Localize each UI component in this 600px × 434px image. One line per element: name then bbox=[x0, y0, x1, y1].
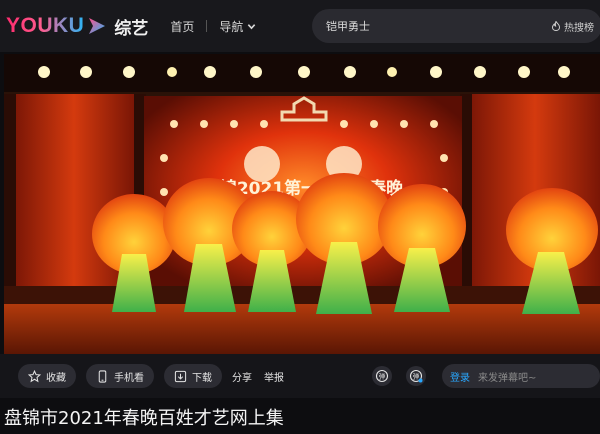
nav-guide-menu[interactable]: 导航 bbox=[219, 18, 256, 35]
logo-text: YOUKU bbox=[6, 14, 85, 37]
chevron-down-icon bbox=[248, 23, 256, 29]
top-header: YOUKU 综艺 首页 导航 铠甲勇士 热搜榜 bbox=[0, 0, 600, 52]
phone-icon bbox=[98, 369, 107, 383]
danmu-login-link[interactable]: 登录 bbox=[450, 369, 470, 384]
favorite-label: 收藏 bbox=[46, 372, 66, 384]
search-input[interactable]: 铠甲勇士 bbox=[326, 18, 370, 34]
stage-floor bbox=[4, 304, 600, 354]
download-label: 下载 bbox=[192, 372, 212, 384]
danmu-settings-icon: 弹 bbox=[409, 369, 423, 383]
play-logo-icon bbox=[89, 18, 106, 34]
top-nav: 首页 导航 bbox=[170, 18, 256, 35]
player-toolbar: 收藏 手机看 下载 分享 举报 弹 弹 登录 来发弹幕吧~ bbox=[0, 354, 600, 398]
nav-divider bbox=[206, 20, 208, 32]
hot-search-button[interactable]: 热搜榜 bbox=[551, 9, 594, 43]
report-button[interactable]: 举报 bbox=[264, 369, 284, 384]
phone-watch-label: 手机看 bbox=[114, 372, 144, 384]
video-frame: 盘锦2021第一届百姓春晚 bbox=[4, 54, 600, 354]
nav-home-link[interactable]: 首页 bbox=[170, 18, 194, 35]
youku-logo[interactable]: YOUKU 综艺 bbox=[6, 14, 148, 39]
danmu-input[interactable]: 来发弹幕吧~ bbox=[478, 369, 536, 384]
hot-search-label: 热搜榜 bbox=[564, 22, 594, 34]
phone-watch-button[interactable]: 手机看 bbox=[86, 364, 154, 388]
danmu-toggle-button[interactable]: 弹 bbox=[372, 366, 392, 386]
share-button[interactable]: 分享 bbox=[232, 369, 252, 384]
danmu-input-box[interactable]: 登录 来发弹幕吧~ bbox=[442, 364, 600, 388]
flame-icon bbox=[551, 21, 561, 31]
svg-text:弹: 弹 bbox=[379, 371, 386, 380]
video-title: 盘锦市2021年春晚百姓才艺网上集 bbox=[4, 408, 284, 429]
favorite-button[interactable]: 收藏 bbox=[18, 364, 76, 388]
svg-text:弹: 弹 bbox=[413, 371, 420, 380]
download-icon bbox=[174, 370, 187, 382]
danmu-icon: 弹 bbox=[375, 369, 389, 383]
channel-name[interactable]: 综艺 bbox=[114, 14, 148, 39]
star-icon bbox=[28, 369, 41, 382]
danmu-settings-button[interactable]: 弹 bbox=[406, 366, 426, 386]
video-player[interactable]: 盘锦2021第一届百姓春晚 bbox=[4, 54, 600, 354]
nav-guide-label: 导航 bbox=[219, 19, 244, 34]
search-box[interactable]: 铠甲勇士 热搜榜 bbox=[312, 9, 600, 43]
download-button[interactable]: 下载 bbox=[164, 364, 222, 388]
